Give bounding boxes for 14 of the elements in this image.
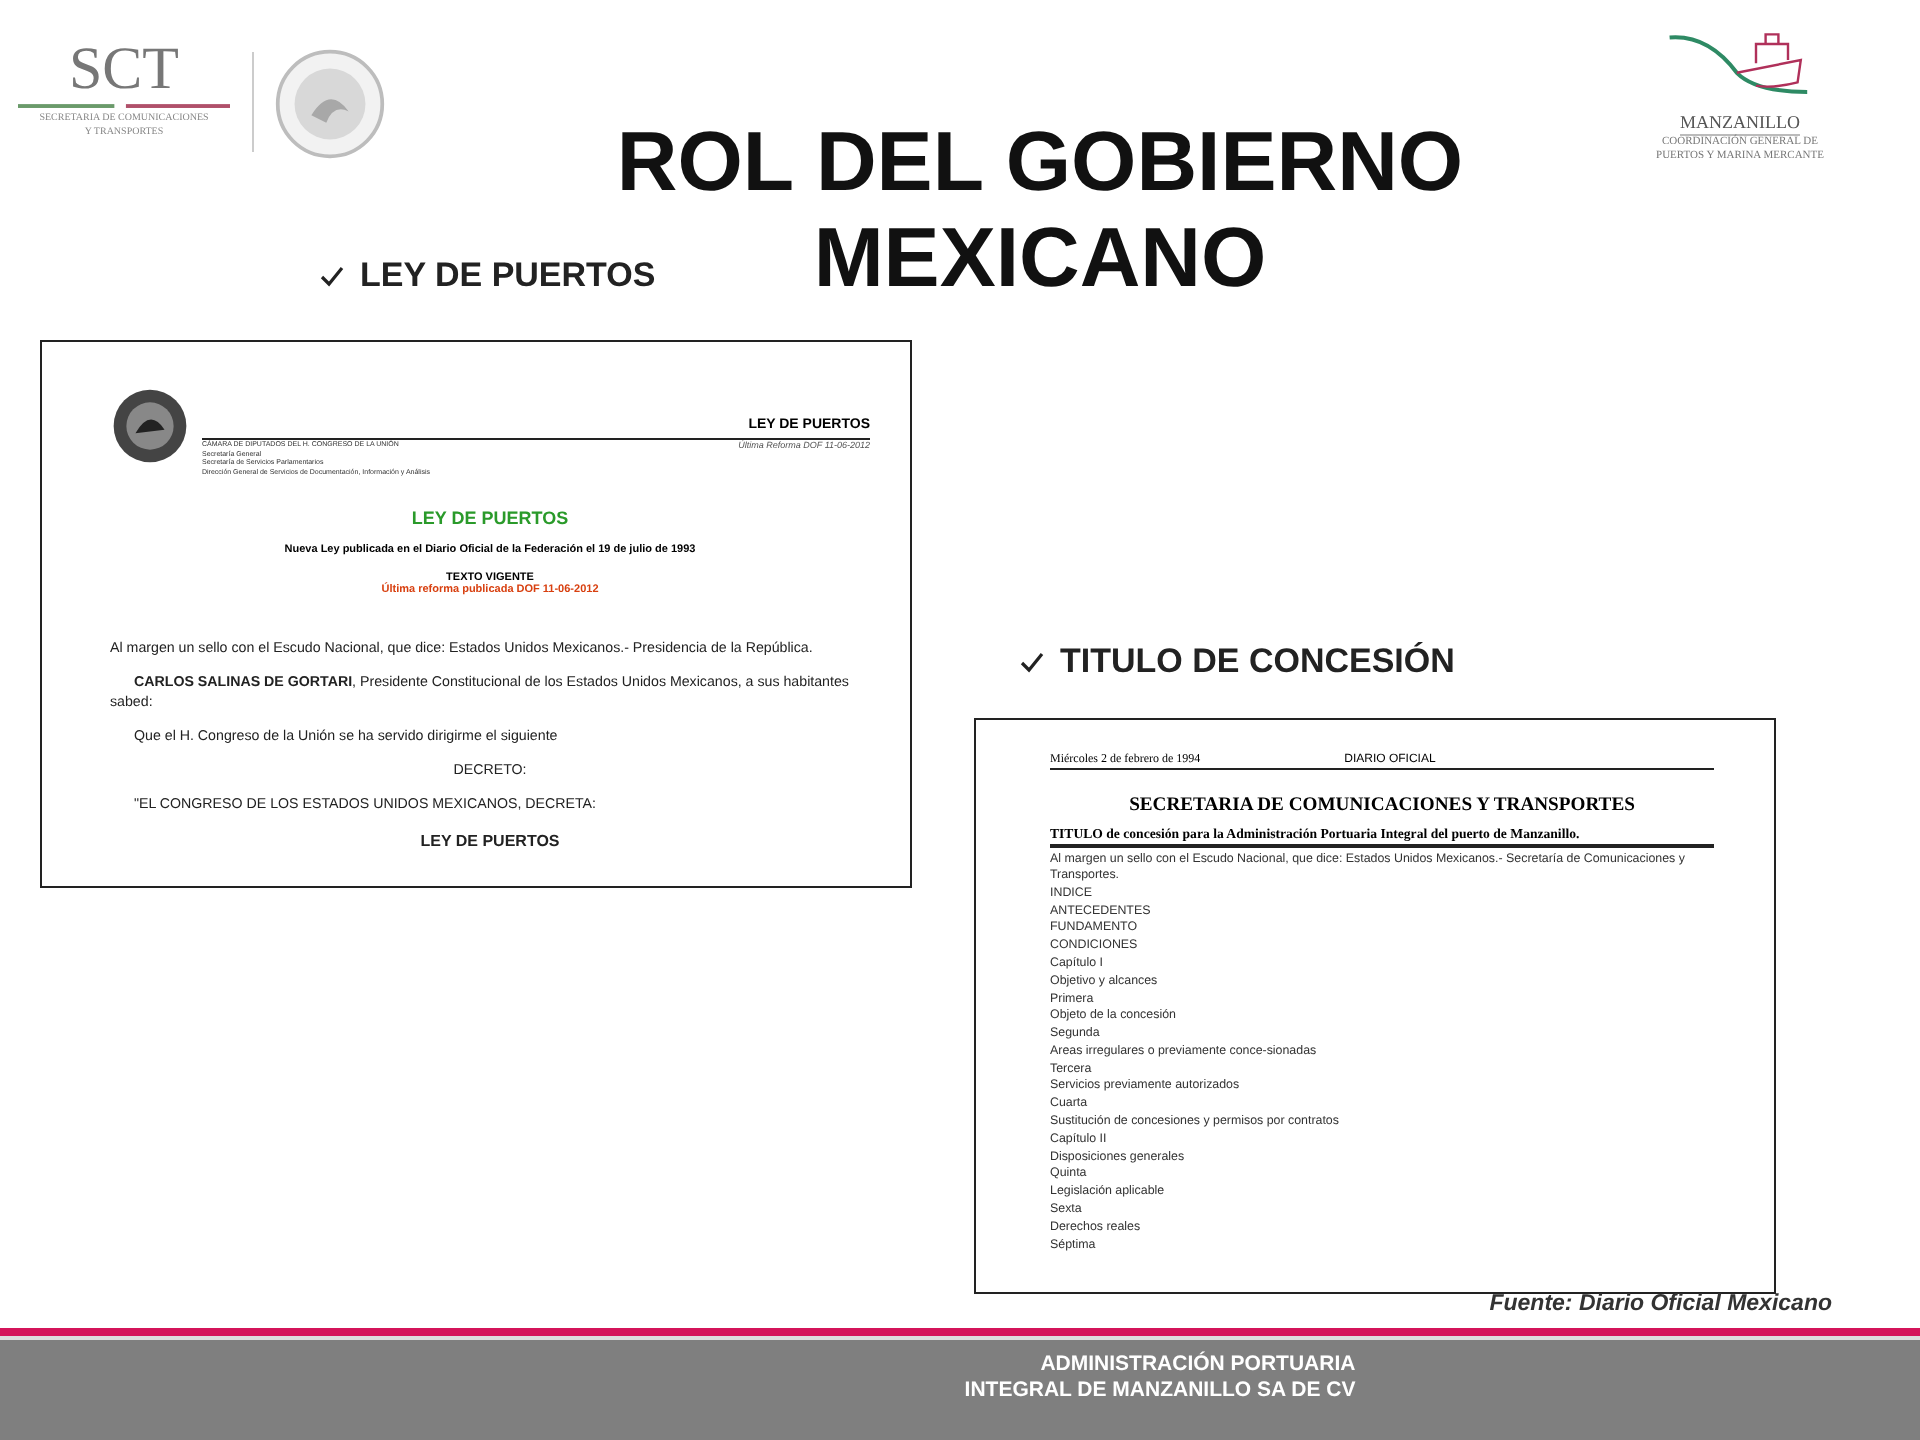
check-icon	[1020, 650, 1044, 674]
section-label: TITULO DE CONCESIÓN	[1060, 642, 1455, 682]
footer-text: ADMINISTRACIÓN PORTUARIA	[1040, 1352, 1356, 1378]
section-label: LEY DE PUERTOS	[360, 256, 656, 296]
slide-title: ROL DEL GOBIERNO	[614, 120, 1466, 212]
seal-icon	[110, 386, 190, 466]
footer-text: INTEGRAL DE MANZANILLO SA DE CV	[964, 1377, 1356, 1403]
source-note: Fuente: Diario Oficial Mexicano	[1489, 1292, 1832, 1320]
document-paragraph: LEY DE PUERTOS	[418, 829, 562, 852]
check-icon	[320, 264, 344, 288]
document-title: SECRETARIA DE COMUNICACIONES Y TRANSPORTES	[1127, 794, 1637, 816]
document-title: LEY DE PUERTOS	[409, 508, 571, 529]
slide-title: MEXICANO	[811, 212, 1269, 308]
seal-icon	[274, 48, 386, 160]
